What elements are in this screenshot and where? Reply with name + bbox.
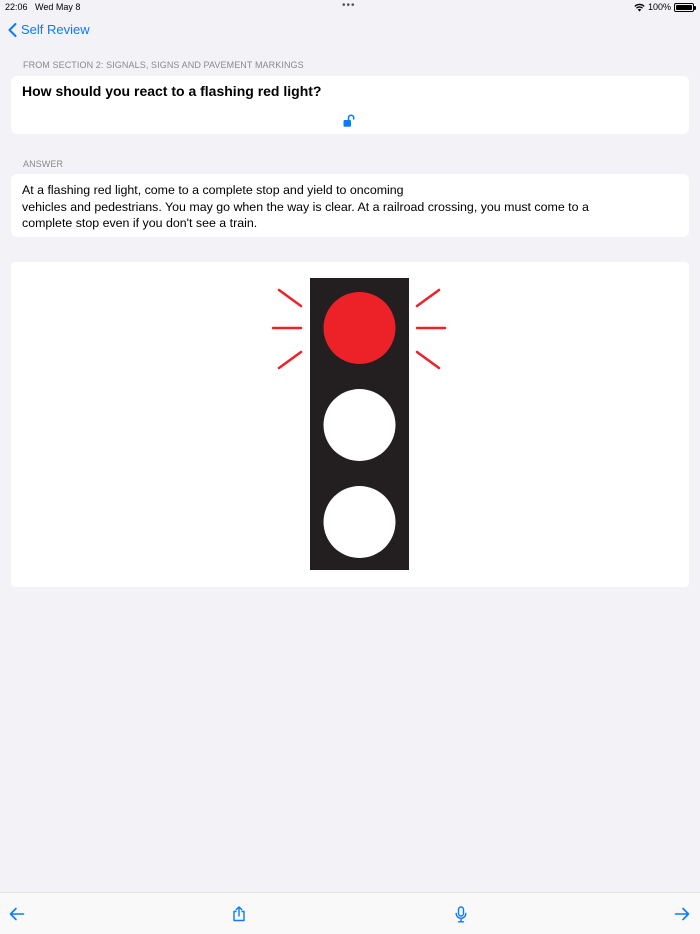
microphone-icon[interactable] — [455, 906, 467, 923]
illustration-card — [11, 262, 689, 587]
flash-rays-left — [271, 288, 303, 370]
status-date: Wed May 8 — [35, 2, 81, 12]
question-section-header: FROM SECTION 2: SIGNALS, SIGNS AND PAVEM… — [23, 60, 304, 70]
answer-line: complete stop even if you don't see a tr… — [22, 216, 258, 230]
status-bar: 22:06 Wed May 8 ••• 100% — [0, 0, 700, 16]
share-icon[interactable] — [232, 906, 246, 922]
answer-section-header: ANSWER — [23, 159, 64, 169]
question-card: How should you react to a flashing red l… — [11, 76, 689, 134]
arrow-left-icon[interactable] — [9, 907, 25, 921]
answer-line: At a flashing red light, come to a compl… — [22, 183, 404, 197]
status-clock: 22:06 — [5, 2, 28, 12]
question-text: How should you react to a flashing red l… — [22, 83, 322, 99]
back-button-label: Self Review — [21, 22, 90, 37]
yellow-light-off — [323, 389, 396, 461]
answer-line: vehicles and pedestrians. You may go whe… — [22, 199, 589, 214]
back-button[interactable]: Self Review — [8, 22, 90, 37]
multitasking-dots-icon[interactable]: ••• — [342, 0, 356, 11]
battery-icon — [674, 2, 696, 12]
green-light-off — [323, 486, 396, 558]
flash-rays-right — [415, 288, 447, 370]
arrow-right-icon[interactable] — [674, 907, 690, 921]
chevron-left-icon — [8, 22, 17, 37]
red-light — [323, 292, 396, 364]
answer-card: At a flashing red light, come to a compl… — [11, 174, 689, 237]
bottom-toolbar — [0, 892, 700, 934]
wifi-icon — [634, 3, 645, 11]
battery-percent: 100% — [647, 2, 671, 12]
answer-text: At a flashing red light, come to a compl… — [22, 182, 672, 232]
status-time: 22:06 Wed May 8 — [5, 2, 80, 12]
status-indicators: 100% — [634, 2, 696, 12]
traffic-light-illustration — [271, 278, 447, 570]
unlocked-lock-icon[interactable] — [341, 114, 357, 128]
